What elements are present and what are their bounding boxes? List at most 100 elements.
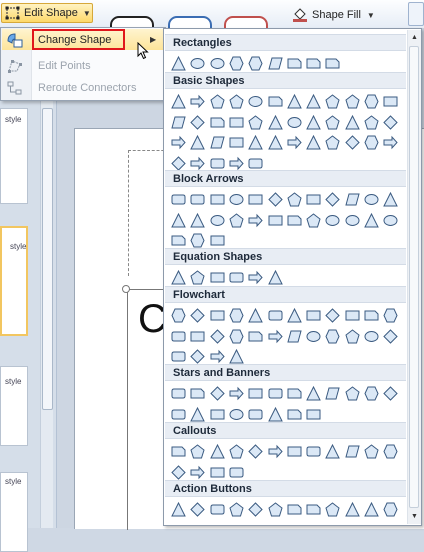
line-callout-2-shape-icon[interactable] — [266, 442, 285, 461]
ribbon-more-button[interactable] — [408, 2, 424, 26]
double-bracket-shape-icon[interactable] — [381, 133, 400, 152]
process-shape-icon[interactable] — [169, 306, 188, 325]
merge-shape-icon[interactable] — [343, 327, 362, 346]
block-arc-shape-icon[interactable] — [208, 133, 227, 152]
frame-shape-icon[interactable] — [227, 113, 246, 132]
snip-diagonal-shape-icon[interactable] — [246, 54, 265, 73]
cloud-callout-shape-icon[interactable] — [227, 442, 246, 461]
round-diagonal-shape-icon[interactable] — [323, 54, 342, 73]
star-12-shape-icon[interactable] — [323, 384, 342, 403]
scroll-up-icon[interactable]: ▲ — [409, 31, 420, 44]
offpage-connector-shape-icon[interactable] — [188, 327, 207, 346]
diagonal-stripe-shape-icon[interactable] — [285, 113, 304, 132]
bevel-shape-icon[interactable] — [381, 113, 400, 132]
help-shape-icon[interactable] — [362, 500, 381, 519]
half-frame-shape-icon[interactable] — [246, 113, 265, 132]
chevron-shape-icon[interactable] — [304, 211, 323, 230]
stored-data-shape-icon[interactable] — [362, 327, 381, 346]
bent-arrow-shape-icon[interactable] — [323, 190, 342, 209]
plus-shape-icon[interactable] — [169, 268, 188, 287]
star-32-shape-icon[interactable] — [381, 384, 400, 403]
dodecagon-shape-icon[interactable] — [381, 92, 400, 111]
scrollbar-thumb[interactable] — [42, 108, 53, 410]
oval-callout-shape-icon[interactable] — [208, 442, 227, 461]
division-shape-icon[interactable] — [227, 268, 246, 287]
pie-shape-icon[interactable] — [169, 113, 188, 132]
double-wave-shape-icon[interactable] — [304, 405, 323, 424]
curved-down-ribbon-shape-icon[interactable] — [227, 405, 246, 424]
scroll-down-icon[interactable]: ▼ — [409, 510, 420, 523]
star-24-shape-icon[interactable] — [362, 384, 381, 403]
terminator-shape-icon[interactable] — [323, 306, 342, 325]
connector-shape-icon[interactable] — [169, 327, 188, 346]
equal-shape-icon[interactable] — [246, 268, 265, 287]
down-callout-shape-icon[interactable] — [343, 211, 362, 230]
explosion-1-shape-icon[interactable] — [169, 384, 188, 403]
bent-up-arrow-shape-icon[interactable] — [381, 190, 400, 209]
octagon-shape-icon[interactable] — [343, 92, 362, 111]
pentagon-shape-icon[interactable] — [285, 92, 304, 111]
lightning-shape-icon[interactable] — [285, 133, 304, 152]
edit-shape-button[interactable]: Edit Shape ▼ — [1, 3, 93, 23]
explosion-2-shape-icon[interactable] — [188, 384, 207, 403]
card-shape-icon[interactable] — [208, 327, 227, 346]
right-triangle-shape-icon[interactable] — [208, 92, 227, 111]
end-shape-icon[interactable] — [227, 500, 246, 519]
custom-shape-icon[interactable] — [381, 500, 400, 519]
folded-corner-shape-icon[interactable] — [227, 133, 246, 152]
left-right-up-shape-icon[interactable] — [304, 190, 323, 209]
multiply-shape-icon[interactable] — [208, 268, 227, 287]
menu-item-reroute-connectors[interactable]: Reroute Connectors — [2, 77, 164, 98]
hexagon-shape-icon[interactable] — [304, 92, 323, 111]
left-callout-shape-icon[interactable] — [362, 211, 381, 230]
extract-shape-icon[interactable] — [323, 327, 342, 346]
parallelogram-shape-icon[interactable] — [227, 92, 246, 111]
horizontal-scroll-shape-icon[interactable] — [266, 405, 285, 424]
minus-shape-icon[interactable] — [188, 268, 207, 287]
notched-right-shape-icon[interactable] — [266, 211, 285, 230]
slide-thumbnail-selected[interactable]: style — [0, 226, 28, 336]
chord-shape-icon[interactable] — [188, 113, 207, 132]
star-16-shape-icon[interactable] — [343, 384, 362, 403]
up-ribbon-shape-icon[interactable] — [169, 405, 188, 424]
quad-arrow-shape-icon[interactable] — [285, 190, 304, 209]
star-4-shape-icon[interactable] — [208, 384, 227, 403]
rect-shape-icon[interactable] — [169, 54, 188, 73]
internal-storage-shape-icon[interactable] — [266, 306, 285, 325]
accent-callout-1-shape-icon[interactable] — [323, 442, 342, 461]
summing-junction-shape-icon[interactable] — [246, 327, 265, 346]
wave-shape-icon[interactable] — [285, 405, 304, 424]
can-shape-icon[interactable] — [343, 113, 362, 132]
border-callout-4-shape-icon[interactable] — [227, 463, 246, 482]
thumbnail-scrollbar[interactable] — [40, 88, 53, 528]
arrow-up-down-shape-icon[interactable] — [266, 190, 285, 209]
down-ribbon-shape-icon[interactable] — [188, 405, 207, 424]
donut-shape-icon[interactable] — [169, 133, 188, 152]
delay-shape-icon[interactable] — [381, 327, 400, 346]
teardrop-shape-icon[interactable] — [208, 113, 227, 132]
curved-right-shape-icon[interactable] — [169, 211, 188, 230]
curved-up-ribbon-shape-icon[interactable] — [208, 405, 227, 424]
line-callout-4-shape-icon[interactable] — [304, 442, 323, 461]
rounded-callout-shape-icon[interactable] — [188, 442, 207, 461]
trapezoid-shape-icon[interactable] — [246, 92, 265, 111]
manual-input-shape-icon[interactable] — [362, 306, 381, 325]
decision-shape-icon[interactable] — [208, 306, 227, 325]
left-up-arrow-shape-icon[interactable] — [362, 190, 381, 209]
arrow-down-shape-icon[interactable] — [227, 190, 246, 209]
sound-shape-icon[interactable] — [343, 500, 362, 519]
home-shape-icon[interactable] — [246, 500, 265, 519]
slide-thumbnail[interactable]: style — [0, 472, 28, 552]
star-8-shape-icon[interactable] — [285, 384, 304, 403]
curved-up-shape-icon[interactable] — [208, 211, 227, 230]
snip-same-side-shape-icon[interactable] — [227, 54, 246, 73]
arc-shape-icon[interactable] — [362, 133, 381, 152]
arrow-up-shape-icon[interactable] — [208, 190, 227, 209]
star-10-shape-icon[interactable] — [304, 384, 323, 403]
oval-shape-icon[interactable] — [169, 92, 188, 111]
snip-corner-shape-icon[interactable] — [208, 54, 227, 73]
line-callout-3-shape-icon[interactable] — [285, 442, 304, 461]
line-callout-1-shape-icon[interactable] — [246, 442, 265, 461]
up-callout-shape-icon[interactable] — [381, 211, 400, 230]
accent-callout-2-shape-icon[interactable] — [343, 442, 362, 461]
